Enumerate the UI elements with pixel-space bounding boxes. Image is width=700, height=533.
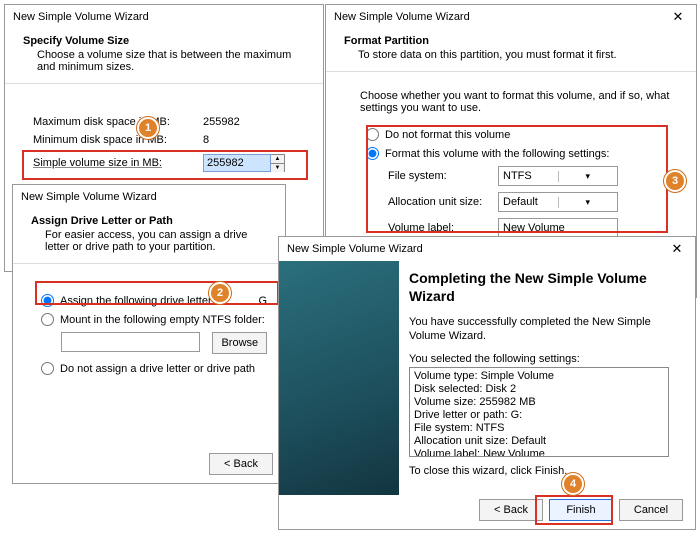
window-title: New Simple Volume Wizard xyxy=(287,243,423,255)
close-icon[interactable]: ✕ xyxy=(659,237,695,261)
callout-3 xyxy=(366,125,668,233)
dialog-header: Format Partition To store data on this p… xyxy=(326,29,696,72)
callout-4 xyxy=(535,495,613,525)
radio-mount-folder[interactable]: Mount in the following empty NTFS folder… xyxy=(41,313,267,326)
header-title: Assign Drive Letter or Path xyxy=(31,215,271,227)
completing-header: Completing the New Simple Volume Wizard xyxy=(409,269,681,305)
close-instruction: To close this wizard, click Finish. xyxy=(409,465,681,477)
success-text: You have successfully completed the New … xyxy=(409,315,681,343)
summary-list[interactable]: Volume type: Simple Volume Disk selected… xyxy=(409,367,669,457)
button-row: < Back xyxy=(203,453,273,475)
dialog-drive-letter: New Simple Volume Wizard Assign Drive Le… xyxy=(12,184,286,484)
dialog-completing: New Simple Volume Wizard ✕ Completing th… xyxy=(278,236,696,530)
header-subtitle: Choose a volume size that is between the… xyxy=(23,49,309,73)
titlebar: New Simple Volume Wizard ✕ xyxy=(326,5,696,29)
callout-1 xyxy=(22,150,308,180)
min-space-label: Minimum disk space in MB: xyxy=(33,134,203,146)
back-button[interactable]: < Back xyxy=(479,499,543,521)
window-title: New Simple Volume Wizard xyxy=(13,11,149,23)
cancel-button[interactable]: Cancel xyxy=(619,499,683,521)
badge-2: 2 xyxy=(209,282,231,304)
titlebar: New Simple Volume Wizard xyxy=(13,185,285,209)
wizard-graphic xyxy=(279,261,399,495)
selected-label: You selected the following settings: xyxy=(409,353,681,365)
header-subtitle: For easier access, you can assign a driv… xyxy=(31,229,271,253)
radio-no-assign-label: Do not assign a drive letter or drive pa… xyxy=(60,363,255,375)
radio-mount-folder-input[interactable] xyxy=(41,313,54,326)
window-title: New Simple Volume Wizard xyxy=(334,11,470,23)
format-question: Choose whether you want to format this v… xyxy=(360,90,678,114)
back-button[interactable]: < Back xyxy=(209,453,273,475)
dialog-header: Assign Drive Letter or Path For easier a… xyxy=(13,209,285,264)
max-space-value: 255982 xyxy=(203,116,283,128)
header-title: Format Partition xyxy=(344,35,682,47)
badge-4: 4 xyxy=(562,473,584,495)
window-title: New Simple Volume Wizard xyxy=(21,191,157,203)
mount-path-input[interactable] xyxy=(61,332,200,352)
close-icon[interactable]: ✕ xyxy=(660,5,696,29)
badge-3: 3 xyxy=(664,170,686,192)
header-title: Specify Volume Size xyxy=(23,35,309,47)
titlebar: New Simple Volume Wizard xyxy=(5,5,323,29)
radio-no-assign-input[interactable] xyxy=(41,362,54,375)
titlebar: New Simple Volume Wizard ✕ xyxy=(279,237,695,261)
header-subtitle: To store data on this partition, you mus… xyxy=(344,49,682,61)
badge-1: 1 xyxy=(137,117,159,139)
callout-2 xyxy=(35,281,279,305)
radio-no-assign[interactable]: Do not assign a drive letter or drive pa… xyxy=(41,362,267,375)
min-space-value: 8 xyxy=(203,134,283,146)
max-space-label: Maximum disk space in MB: xyxy=(33,116,203,128)
browse-button[interactable]: Browse xyxy=(212,332,267,354)
radio-mount-folder-label: Mount in the following empty NTFS folder… xyxy=(60,314,265,326)
dialog-header: Specify Volume Size Choose a volume size… xyxy=(5,29,323,84)
